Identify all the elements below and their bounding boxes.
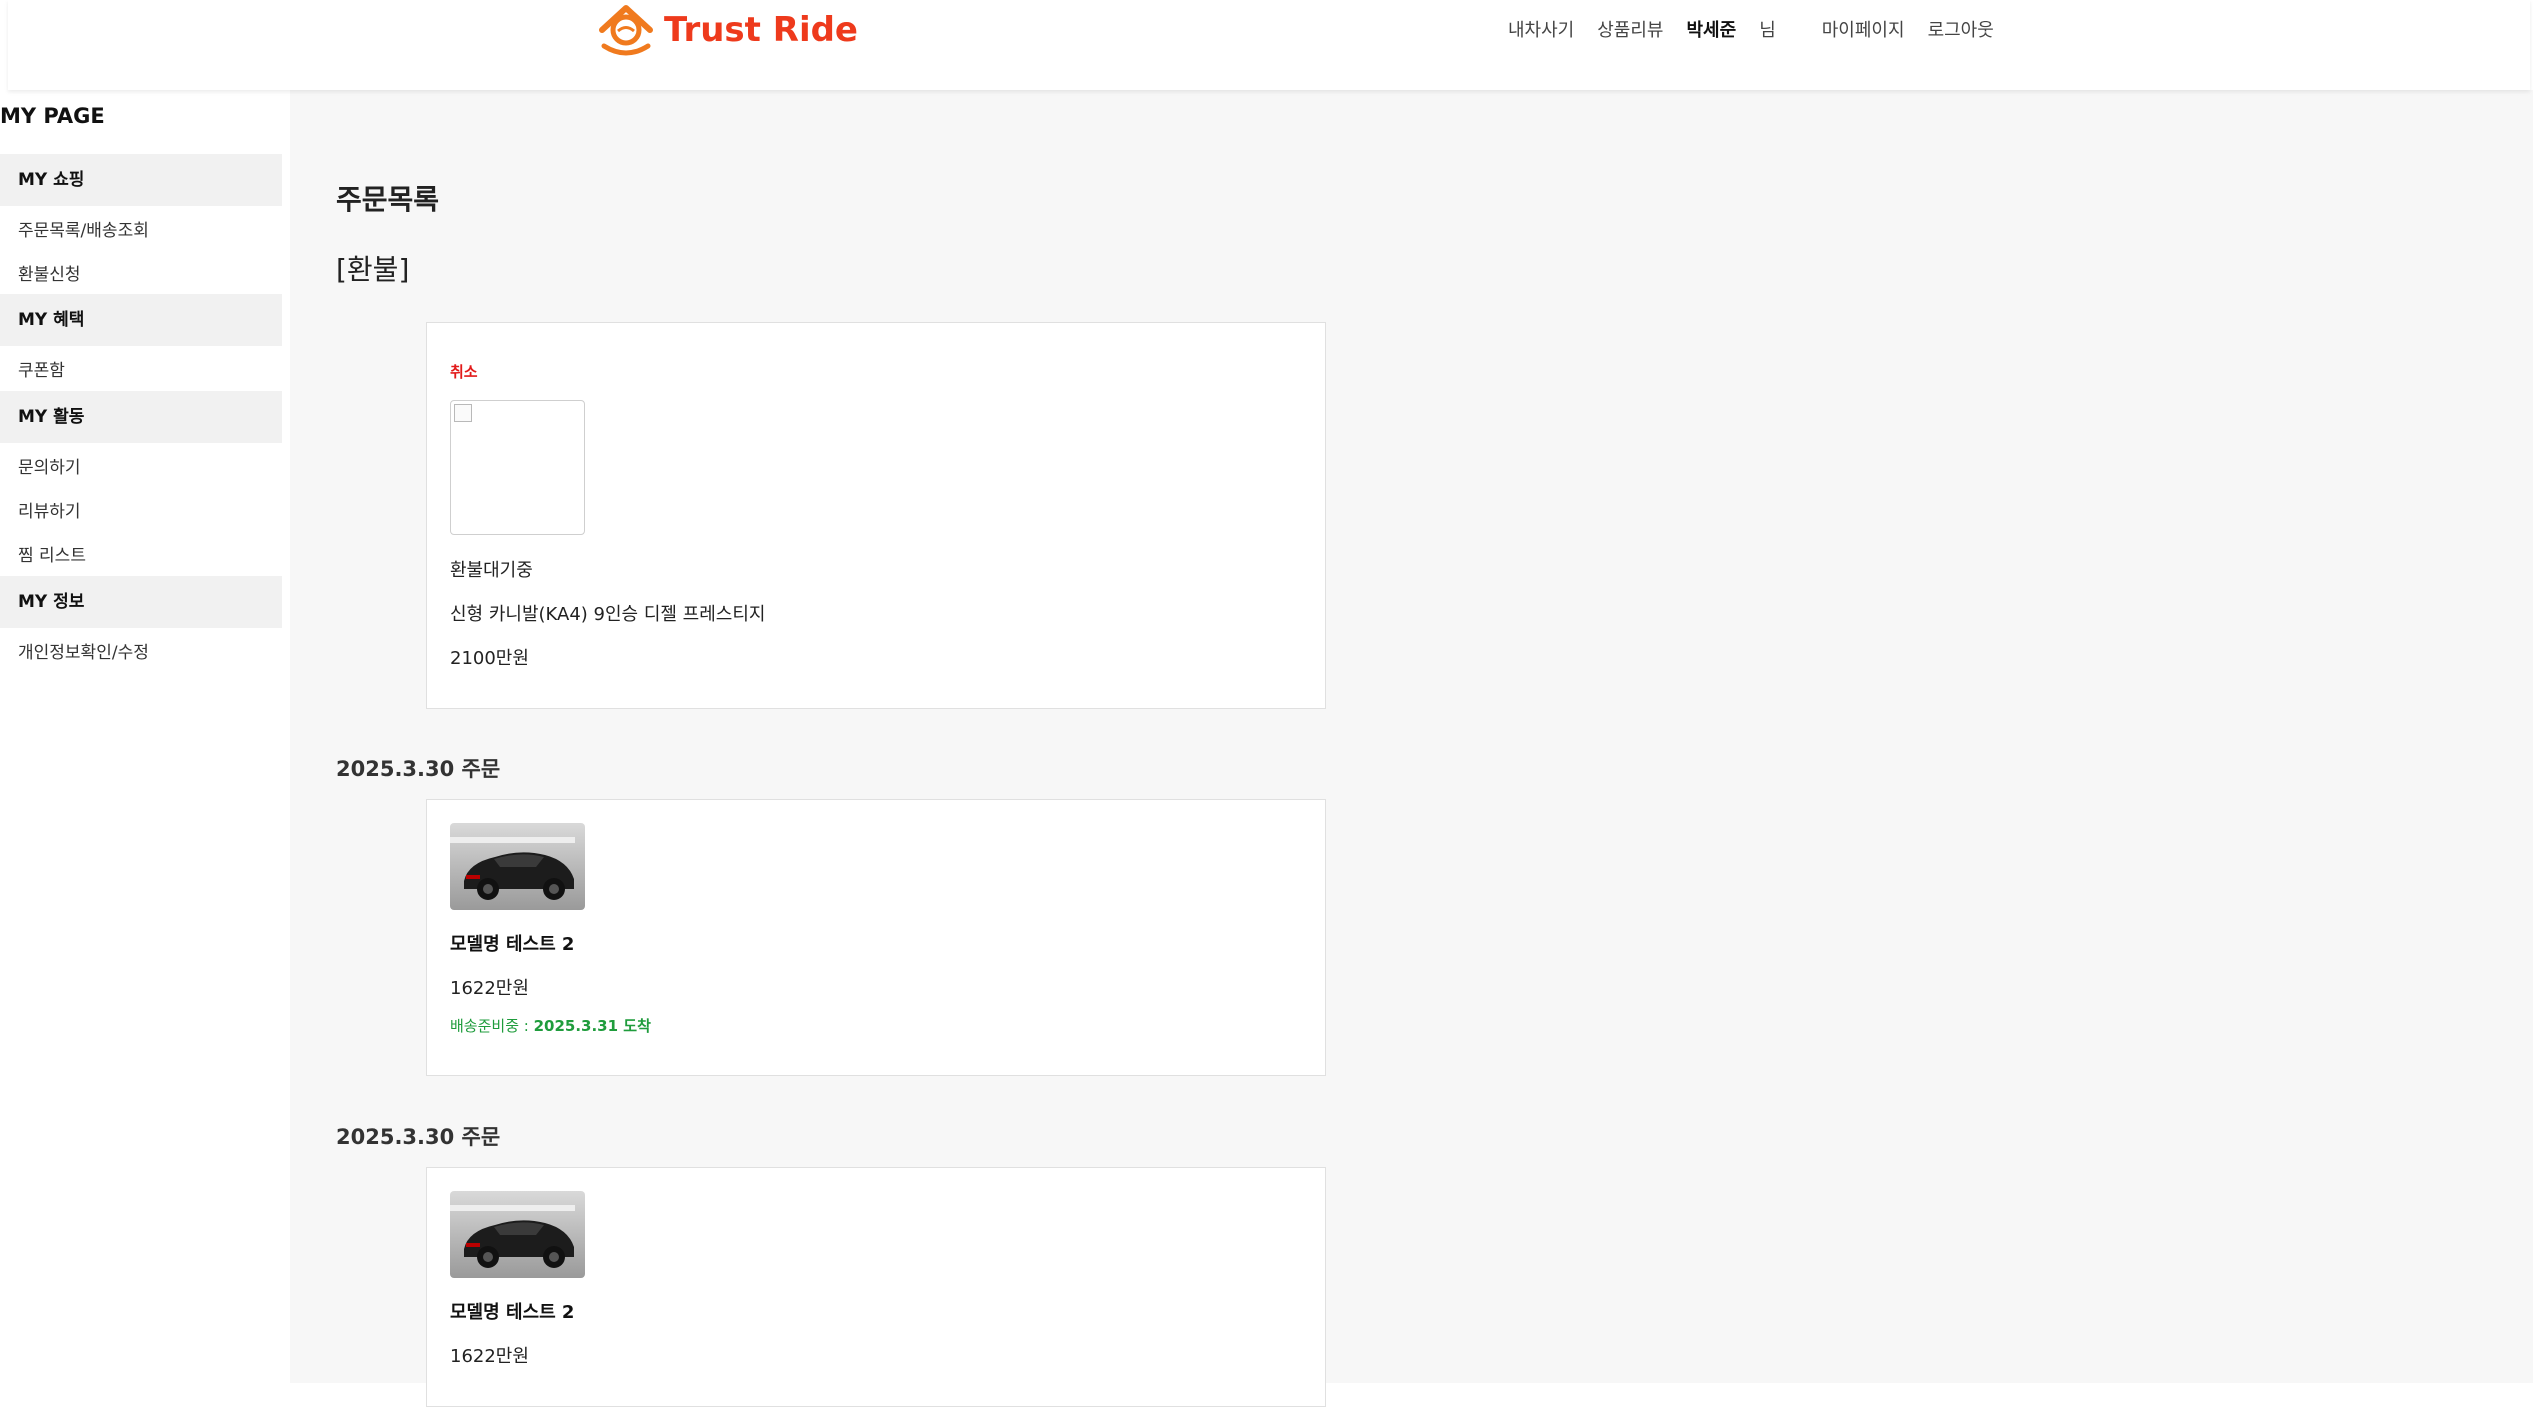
sidebar-item-review[interactable]: 리뷰하기 xyxy=(18,497,81,522)
refund-order-card: 취소 환불대기중 신형 카니발(KA4) 9인승 디젤 프레스티지 2100만원 xyxy=(426,322,1326,709)
sidebar-item-inquiry[interactable]: 문의하기 xyxy=(18,453,81,478)
order-date-label: 2025.3.30 주문 xyxy=(336,1125,501,1149)
product-thumbnail[interactable] xyxy=(450,400,585,535)
order-date-label: 2025.3.30 주문 xyxy=(336,757,501,781)
main-nav: 내차사기 상품리뷰 박세준 님 마이페이지 로그아웃 xyxy=(1508,14,2017,48)
sidebar-group-shopping: MY 쇼핑 xyxy=(0,154,282,206)
sidebar-group-benefits: MY 혜택 xyxy=(0,294,282,346)
order-price: 1622만원 xyxy=(450,978,529,999)
car-thumbnail[interactable] xyxy=(450,1191,585,1278)
car-photo-icon xyxy=(450,823,585,910)
brand-logo[interactable]: Trust Ride xyxy=(596,2,858,58)
shipping-status: 배송준비중 : 2025.3.31 도착 xyxy=(450,1015,651,1036)
sidebar-group-activity: MY 활동 xyxy=(0,391,282,443)
order-card: 모델명 테스트 2 1622만원 xyxy=(426,1167,1326,1407)
page-title: 주문목록 xyxy=(336,183,440,216)
nav-user-greeting: 박세준 님 xyxy=(1687,14,1799,48)
nav-buy-car[interactable]: 내차사기 xyxy=(1508,14,1574,48)
broken-image-icon xyxy=(454,404,472,422)
sidebar-item-coupons[interactable]: 쿠폰함 xyxy=(18,356,65,381)
sidebar-group-info: MY 정보 xyxy=(0,576,282,628)
order-price: 1622만원 xyxy=(450,1346,529,1367)
shipping-status-prefix: 배송준비중 : xyxy=(450,1017,534,1035)
refund-state: 환불대기중 xyxy=(450,560,533,581)
order-model-name[interactable]: 모델명 테스트 2 xyxy=(450,1298,574,1324)
sidebar-item-profile-edit[interactable]: 개인정보확인/수정 xyxy=(18,638,149,663)
shipping-arrival-date: 2025.3.31 도착 xyxy=(533,1017,651,1035)
logo-mark-icon xyxy=(599,5,653,56)
top-header: Trust Ride 내차사기 상품리뷰 박세준 님 마이페이지 로그아웃 xyxy=(8,0,2530,90)
cancel-status-label[interactable]: 취소 xyxy=(450,361,478,382)
sidebar-item-wishlist[interactable]: 찜 리스트 xyxy=(18,541,86,566)
nav-mypage[interactable]: 마이페이지 xyxy=(1822,14,1905,48)
refund-product-price: 2100만원 xyxy=(450,648,529,669)
brand-name: Trust Ride xyxy=(664,10,858,50)
nav-logout[interactable]: 로그아웃 xyxy=(1928,14,1994,48)
nav-product-review[interactable]: 상품리뷰 xyxy=(1597,14,1663,48)
nav-user-suffix: 님 xyxy=(1759,20,1776,41)
car-photo-icon xyxy=(450,1191,585,1278)
order-card: 모델명 테스트 2 1622만원 배송준비중 : 2025.3.31 도착 xyxy=(426,799,1326,1076)
car-thumbnail[interactable] xyxy=(450,823,585,910)
main-content: 주문목록 [환불] 취소 환불대기중 신형 카니발(KA4) 9인승 디젤 프레… xyxy=(290,90,2533,1407)
refund-section-title: [환불] xyxy=(336,253,410,286)
nav-user-name: 박세준 xyxy=(1686,20,1737,41)
refund-product-name[interactable]: 신형 카니발(KA4) 9인승 디젤 프레스티지 xyxy=(450,600,765,626)
sidebar-title: MY PAGE xyxy=(0,104,105,128)
sidebar-item-refund-request[interactable]: 환불신청 xyxy=(18,260,81,285)
order-model-name[interactable]: 모델명 테스트 2 xyxy=(450,930,574,956)
mypage-sidebar: MY PAGE MY 쇼핑 주문목록/배송조회 환불신청 MY 혜택 쿠폰함 M… xyxy=(0,90,290,1383)
sidebar-item-order-list[interactable]: 주문목록/배송조회 xyxy=(18,216,149,241)
